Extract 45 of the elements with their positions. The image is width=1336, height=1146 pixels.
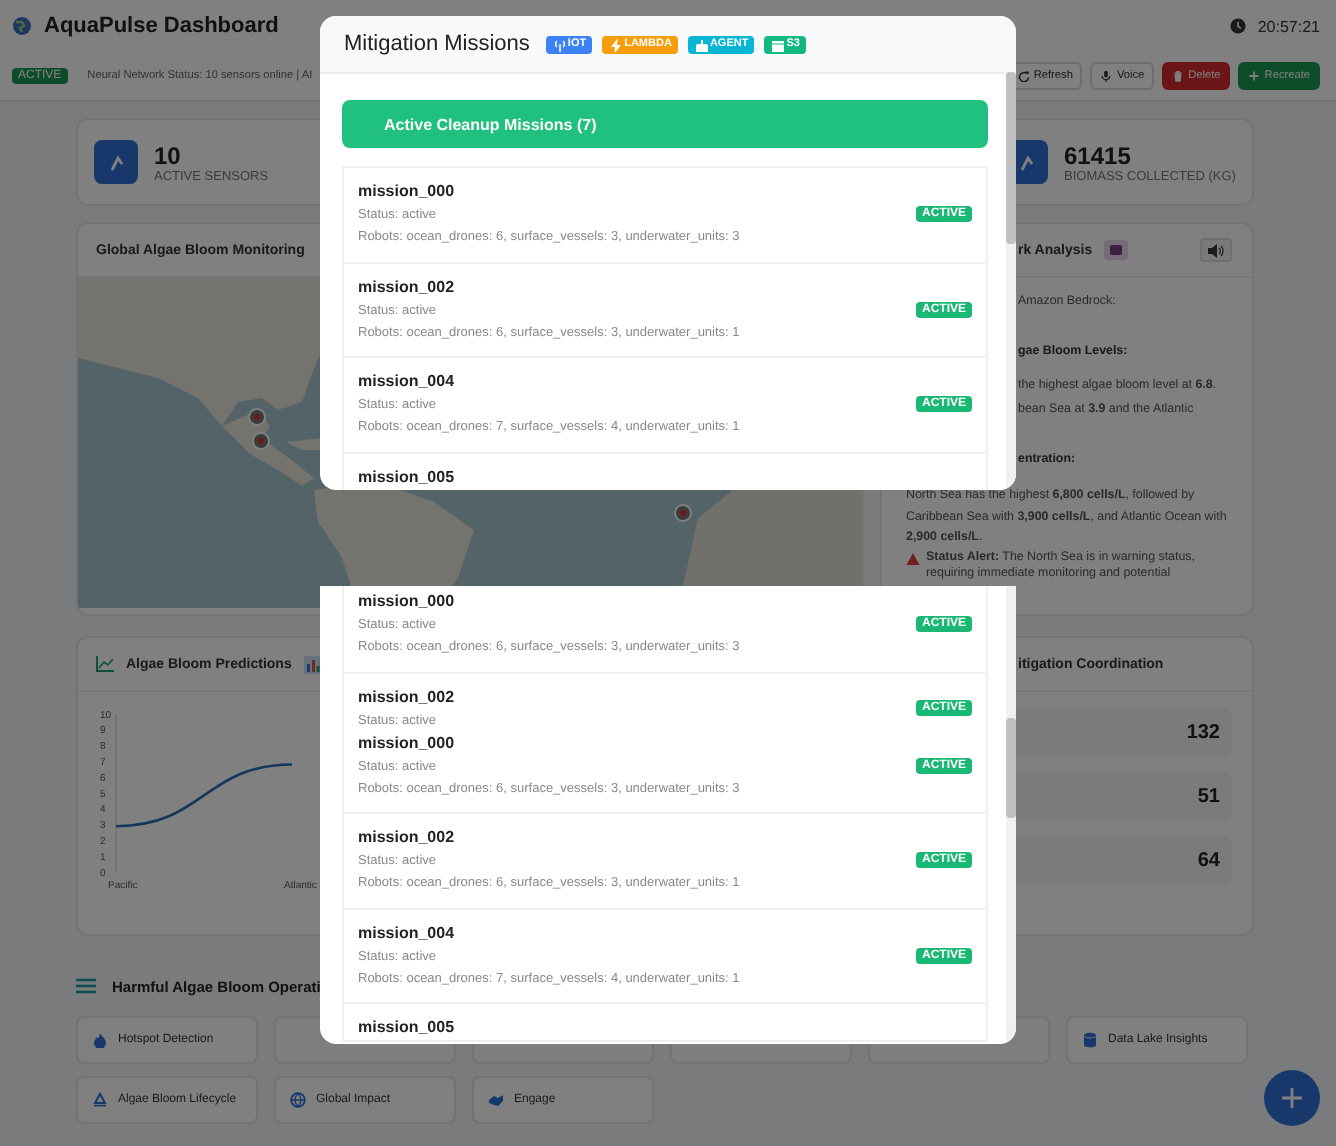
clock-icon <box>1229 18 1246 34</box>
plus-icon <box>1282 1088 1302 1108</box>
mission-name: mission_002 <box>358 685 455 709</box>
mission-name: mission_004 <box>358 370 457 394</box>
app-title: AquaPulse Dashboard <box>44 14 279 38</box>
plus-icon <box>1248 70 1261 82</box>
modal-title: Mitigation Missions <box>344 32 530 56</box>
microphone-icon <box>1100 70 1113 82</box>
scrollbar[interactable] <box>1006 72 1016 490</box>
mission-name: mission_002 <box>358 826 457 850</box>
storage-icon <box>770 37 785 51</box>
mission-name: mission_000 <box>358 590 457 614</box>
mission-item[interactable]: mission_005 <box>344 453 986 489</box>
mission-name: mission_000 <box>358 731 457 755</box>
stat-value: 61415 <box>1064 141 1133 169</box>
mission-name: mission_004 <box>358 921 457 945</box>
coordination-value: 51 <box>1197 785 1220 807</box>
map-marker-icon <box>674 504 692 522</box>
bar-chart-icon <box>303 655 322 673</box>
map-marker-icon <box>252 432 270 450</box>
coordination-value: 64 <box>1197 849 1220 871</box>
stat-value: 10 <box>154 141 183 169</box>
antenna-icon <box>551 37 566 51</box>
trash-icon <box>1172 70 1185 82</box>
mission-item[interactable]: mission_005 <box>344 1004 986 1040</box>
flame-icon <box>92 1032 108 1048</box>
scrollbar[interactable] <box>1006 586 1016 1044</box>
mission-name: mission_005 <box>358 1016 455 1040</box>
mission-name: mission_002 <box>358 275 457 299</box>
database-icon <box>1082 1032 1098 1048</box>
add-button[interactable] <box>1264 1070 1320 1126</box>
line-chart-icon <box>96 656 114 672</box>
missions-banner: Active Cleanup Missions (7) <box>342 100 988 148</box>
speaker-icon <box>1208 243 1224 257</box>
map-marker-icon <box>248 408 266 426</box>
refresh-icon <box>1017 70 1030 82</box>
menu-icon <box>76 978 96 994</box>
mission-name: mission_000 <box>358 180 457 204</box>
warning-icon <box>906 551 920 565</box>
globe-icon <box>290 1092 306 1108</box>
mission-name: mission_005 <box>358 465 455 489</box>
clock-time: 20:57:21 <box>1257 17 1320 35</box>
globe-icon <box>12 16 32 36</box>
coordination-value: 132 <box>1186 721 1220 743</box>
speaker-button[interactable] <box>1200 238 1232 262</box>
